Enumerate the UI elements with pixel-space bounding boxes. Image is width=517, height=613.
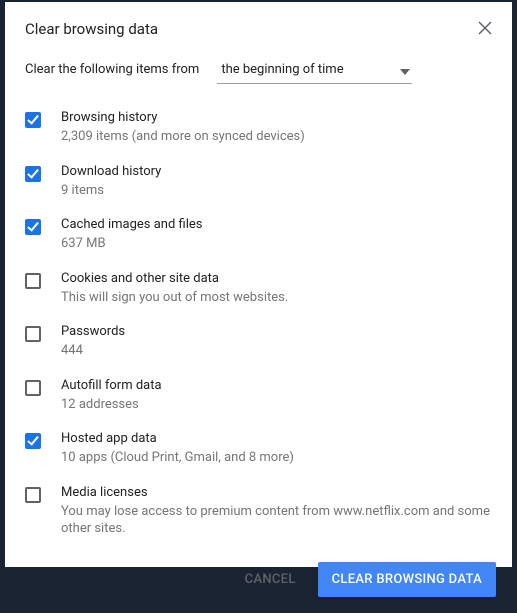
item-text: Passwords 444 xyxy=(61,324,125,360)
dialog-footer: Cancel Clear browsing data xyxy=(5,548,512,613)
clear-browsing-data-button[interactable]: Clear browsing data xyxy=(318,562,496,597)
item-description: 444 xyxy=(61,342,125,360)
list-item: Cached images and files 637 MB xyxy=(25,209,492,263)
list-item: Media licenses You may lose access to pre… xyxy=(25,477,492,548)
list-item: Cookies and other site data This will sig… xyxy=(25,263,492,317)
item-description: You may lose access to premium content f… xyxy=(61,503,492,538)
item-description: 637 MB xyxy=(61,235,202,253)
checkbox[interactable] xyxy=(25,112,41,128)
time-range-row: Clear the following items from the begin… xyxy=(25,56,492,84)
item-label: Passwords xyxy=(61,324,125,339)
checkbox[interactable] xyxy=(25,487,41,503)
item-description: 12 addresses xyxy=(61,396,162,414)
checkbox[interactable] xyxy=(25,166,41,182)
item-text: Cookies and other site data This will sig… xyxy=(61,271,288,307)
close-icon xyxy=(478,20,492,39)
item-description: 2,309 items (and more on synced devices) xyxy=(61,128,305,146)
item-text: Autofill form data 12 addresses xyxy=(61,378,162,414)
list-item: Browsing history 2,309 items (and more on… xyxy=(25,102,492,156)
cancel-button[interactable]: Cancel xyxy=(231,562,310,597)
item-label: Browsing history xyxy=(61,110,305,125)
item-label: Download history xyxy=(61,164,161,179)
item-description: This will sign you out of most websites. xyxy=(61,289,288,307)
item-text: Download history 9 items xyxy=(61,164,161,200)
items-list: Browsing history 2,309 items (and more on… xyxy=(25,102,492,548)
item-label: Cookies and other site data xyxy=(61,271,288,286)
chevron-down-icon xyxy=(400,60,410,79)
item-text: Cached images and files 637 MB xyxy=(61,217,202,253)
item-label: Cached images and files xyxy=(61,217,202,232)
time-range-selected: the beginning of time xyxy=(221,62,343,77)
close-button[interactable] xyxy=(478,22,492,36)
checkbox[interactable] xyxy=(25,326,41,342)
list-item: Passwords 444 xyxy=(25,316,492,370)
item-text: Hosted app data 10 apps (Cloud Print, Gma… xyxy=(61,431,294,467)
checkbox[interactable] xyxy=(25,380,41,396)
item-label: Hosted app data xyxy=(61,431,294,446)
item-label: Media licenses xyxy=(61,485,492,500)
checkbox[interactable] xyxy=(25,219,41,235)
list-item: Download history 9 items xyxy=(25,156,492,210)
checkbox[interactable] xyxy=(25,433,41,449)
dialog-content: Clear the following items from the begin… xyxy=(5,48,512,548)
dialog-title: Clear browsing data xyxy=(25,20,158,38)
list-item: Hosted app data 10 apps (Cloud Print, Gma… xyxy=(25,423,492,477)
dialog-header: Clear browsing data xyxy=(5,2,512,48)
item-text: Browsing history 2,309 items (and more on… xyxy=(61,110,305,146)
clear-browsing-data-dialog: Clear browsing data Clear the following … xyxy=(5,2,512,567)
checkbox[interactable] xyxy=(25,273,41,289)
item-label: Autofill form data xyxy=(61,378,162,393)
item-text: Media licenses You may lose access to pre… xyxy=(61,485,492,538)
item-description: 10 apps (Cloud Print, Gmail, and 8 more) xyxy=(61,449,294,467)
time-range-label: Clear the following items from xyxy=(25,62,199,77)
list-item: Autofill form data 12 addresses xyxy=(25,370,492,424)
item-description: 9 items xyxy=(61,182,161,200)
time-range-select[interactable]: the beginning of time xyxy=(217,56,412,84)
